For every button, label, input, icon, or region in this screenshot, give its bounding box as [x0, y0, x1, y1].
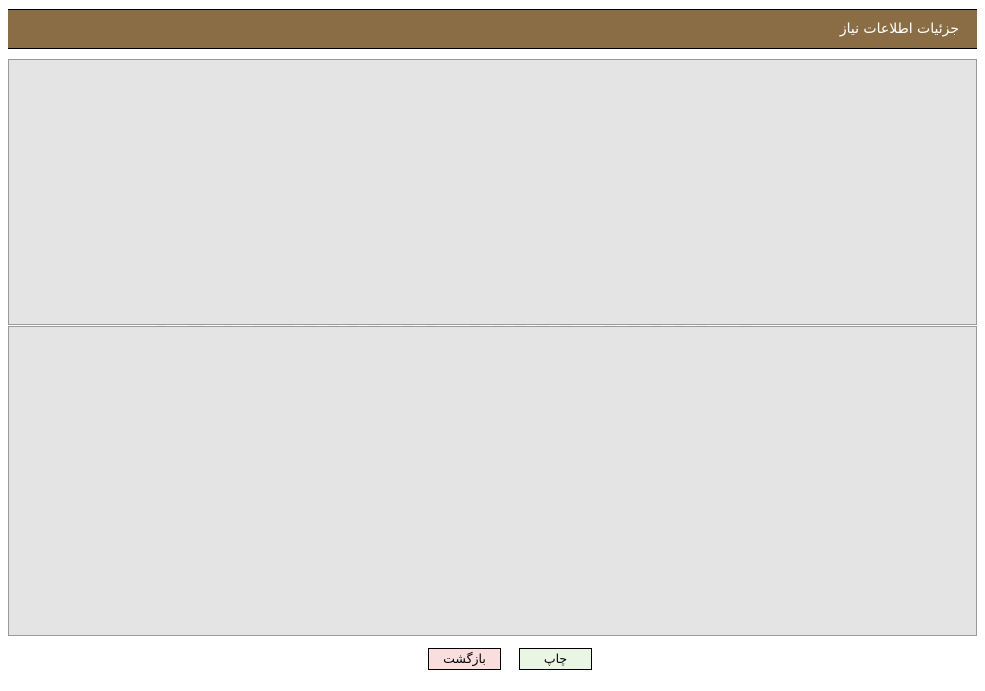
- page-title: جزئیات اطلاعات نیاز: [839, 21, 959, 37]
- need-info-panel: [8, 59, 977, 325]
- back-button[interactable]: بازگشت: [428, 648, 501, 670]
- print-button[interactable]: چاپ: [519, 648, 592, 670]
- page-header-bar: جزئیات اطلاعات نیاز: [8, 9, 977, 49]
- page-root: AnaTender.net جزئیات اطلاعات نیاز شماره …: [0, 0, 985, 691]
- service-details-panel: [8, 326, 977, 636]
